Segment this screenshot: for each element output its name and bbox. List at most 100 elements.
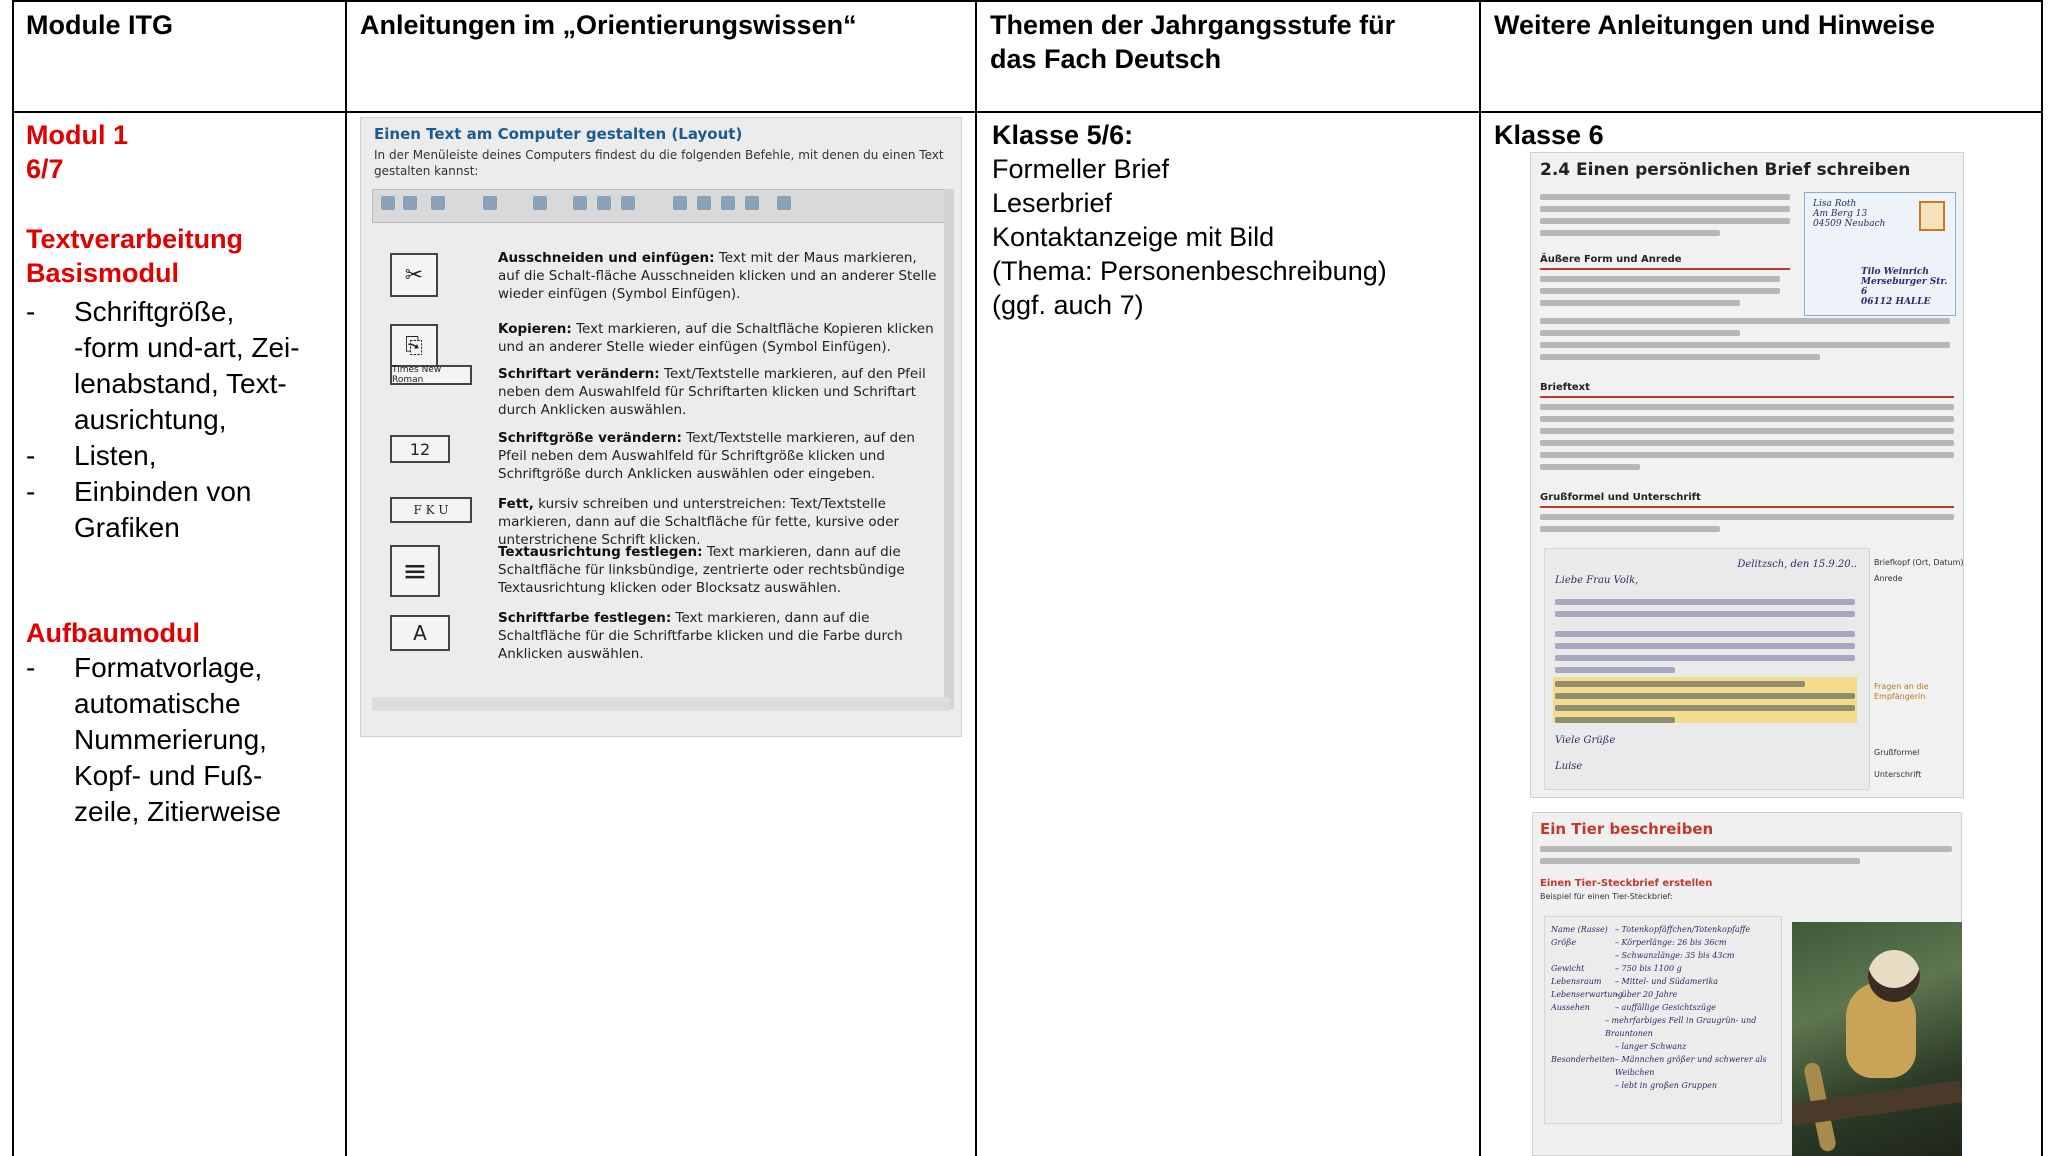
toolbar-icon	[777, 196, 791, 210]
scan-scrollbar	[944, 189, 954, 709]
text-line	[1555, 717, 1675, 723]
envelope: Lisa Roth Am Berg 13 04509 Neubach Tilo …	[1804, 192, 1956, 316]
text-line	[1540, 330, 1740, 336]
font-color-icon: A	[390, 615, 450, 651]
scan-tier-sub: Einen Tier-Steckbrief erstellen	[1540, 878, 1713, 889]
scan-row-style: Fett, kursiv schreiben und unterstreiche…	[498, 496, 900, 548]
scan-brief-rule2	[1540, 396, 1954, 398]
scan-row-size: Schriftgröße verändern: Text/Textstelle …	[498, 430, 915, 482]
scan-row-copy: Kopieren: Text markieren, auf die Schalt…	[498, 321, 934, 355]
steckbrief-row: – mehrfarbiges Fell in Graugrün- und Bra…	[1604, 1016, 1757, 1038]
toolbar-icon	[483, 196, 497, 210]
steckbrief-row: – langer Schwanz	[1615, 1042, 1687, 1051]
header-module-itg: Module ITG	[26, 10, 173, 40]
document-page: Module ITG Anleitungen im „Orientierungs…	[0, 0, 2055, 1156]
header-anleitungen: Anleitungen im „Orientierungswissen“	[360, 10, 857, 40]
scan-tier-image: Ein Tier beschreiben Einen Tier-Steckbri…	[1532, 812, 1962, 1156]
bold-italic-underline-icon: F K U	[390, 497, 472, 523]
module-title: Modul 1	[26, 120, 128, 150]
text-line	[1555, 693, 1855, 699]
text-line	[1540, 354, 1820, 360]
basis-list: Schriftgröße, -form und-art, Zei- lenabs…	[26, 294, 336, 546]
steckbrief-row: – lebt in großen Gruppen	[1615, 1081, 1717, 1090]
table-border-top	[12, 0, 2043, 2]
scan-brief-sub3: Grußformel und Unterschrift	[1540, 492, 1701, 503]
text-line	[1540, 440, 1954, 446]
scan-brief-title: 2.4 Einen persönlichen Brief schreiben	[1540, 160, 1911, 180]
text-line	[1540, 206, 1790, 212]
toolbar-icon	[381, 196, 395, 210]
toolbar-icon	[745, 196, 759, 210]
text-line	[1540, 300, 1740, 306]
margin-note: Anrede	[1874, 574, 1903, 583]
font-select-icon: Times New Roman	[390, 365, 472, 385]
klasse-56-title: Klasse 5/6:	[992, 120, 1134, 150]
envelope-recipient: Tilo Weinrich Merseburger Str. 6 06112 H…	[1861, 267, 1948, 307]
toolbar-icon	[573, 196, 587, 210]
scan-brief-rule3	[1540, 506, 1954, 508]
text-line	[1555, 631, 1855, 637]
envelope-sender: Lisa Roth Am Berg 13 04509 Neubach	[1813, 199, 1886, 229]
monkey-head	[1868, 950, 1920, 1002]
header-themen: Themen der Jahrgangsstufe für das Fach D…	[990, 8, 1395, 76]
scan-brief-sub1: Äußere Form und Anrede	[1540, 254, 1682, 265]
topic-formeller-brief: Formeller Brief	[992, 154, 1170, 184]
aufbau-list: Formatvorlage, automatische Nummerierung…	[26, 650, 336, 830]
letter-close: Viele Grüße	[1555, 735, 1616, 746]
steckbrief-row: Aussehen – auffällige Gesichtszüge	[1551, 1003, 1716, 1012]
text-line	[1540, 416, 1954, 422]
font-size-icon: 12	[390, 435, 450, 463]
steckbrief-row: Lebenserwartung – über 20 Jahre	[1551, 990, 1678, 999]
steckbrief-card: Name (Rasse) – Totenkopfäffchen/Totenkopf…	[1544, 916, 1782, 1124]
section-aufbaumodul: Aufbaumodul	[26, 618, 200, 648]
text-line	[1540, 288, 1780, 294]
text-line	[1555, 667, 1675, 673]
toolbar-icon	[403, 196, 417, 210]
toolbar-icon	[721, 196, 735, 210]
table-header-divider	[12, 111, 2043, 113]
list-item: Einbinden von Grafiken	[26, 474, 336, 546]
scan-statusbar	[372, 697, 950, 711]
text-line	[1540, 404, 1954, 410]
scan-brief-sub2: Brieftext	[1540, 382, 1590, 393]
scan-layout-intro-line1: In der Menüleiste deines Computers finde…	[374, 148, 944, 162]
steckbrief-row: Größe – Körperlänge: 26 bis 36cm	[1551, 938, 1727, 947]
list-item: Listen,	[26, 438, 336, 474]
toolbar-icon	[621, 196, 635, 210]
margin-note: Unterschrift	[1874, 770, 1922, 779]
align-icon: ≡	[390, 545, 440, 597]
letter-signature: Luise	[1555, 761, 1583, 772]
text-line	[1555, 643, 1855, 649]
stamp-icon	[1919, 201, 1945, 231]
text-line	[1540, 514, 1954, 520]
scan-row-align: Textausrichtung festlegen: Text markiere…	[498, 544, 905, 596]
toolbar-icon	[533, 196, 547, 210]
text-line	[1555, 705, 1855, 711]
list-item: Formatvorlage, automatische Nummerierung…	[26, 650, 336, 830]
section-textverarbeitung: Textverarbeitung	[26, 224, 244, 254]
text-line	[1540, 858, 1860, 864]
scan-tier-sub-note: Beispiel für einen Tier-Steckbrief:	[1540, 892, 1673, 901]
table-border-col3	[1479, 0, 1481, 1156]
text-line	[1555, 681, 1805, 687]
topic-personenbeschreibung: (Thema: Personenbeschreibung)	[992, 256, 1387, 286]
steckbrief-row: – Schwanzlänge: 35 bis 43cm	[1615, 951, 1735, 960]
text-line	[1540, 318, 1950, 324]
steckbrief-row: Name (Rasse) – Totenkopfäffchen/Totenkopf…	[1551, 925, 1751, 934]
scan-layout-intro-line2: gestalten kannst:	[374, 164, 479, 178]
topic-leserbrief: Leserbrief	[992, 188, 1113, 218]
header-themen-line2: das Fach Deutsch	[990, 44, 1222, 74]
text-line	[1540, 342, 1950, 348]
list-item: Schriftgröße, -form und-art, Zei- lenabs…	[26, 294, 336, 438]
table-border-col2	[975, 0, 977, 1156]
module-grade: 6/7	[26, 154, 64, 184]
letter-example: Delitzsch, den 15.9.20.. Liebe Frau Volk…	[1544, 548, 1870, 790]
text-line	[1555, 611, 1855, 617]
topic-ggf-7: (ggf. auch 7)	[992, 290, 1144, 320]
scan-brief-rule1	[1540, 268, 1790, 270]
section-basismodul: Basismodul	[26, 258, 180, 288]
toolbar-icon	[597, 196, 611, 210]
text-line	[1540, 230, 1720, 236]
steckbrief-row: Besonderheiten – Männchen größer und schw…	[1551, 1055, 1767, 1077]
letter-date: Delitzsch, den 15.9.20..	[1737, 559, 1857, 570]
